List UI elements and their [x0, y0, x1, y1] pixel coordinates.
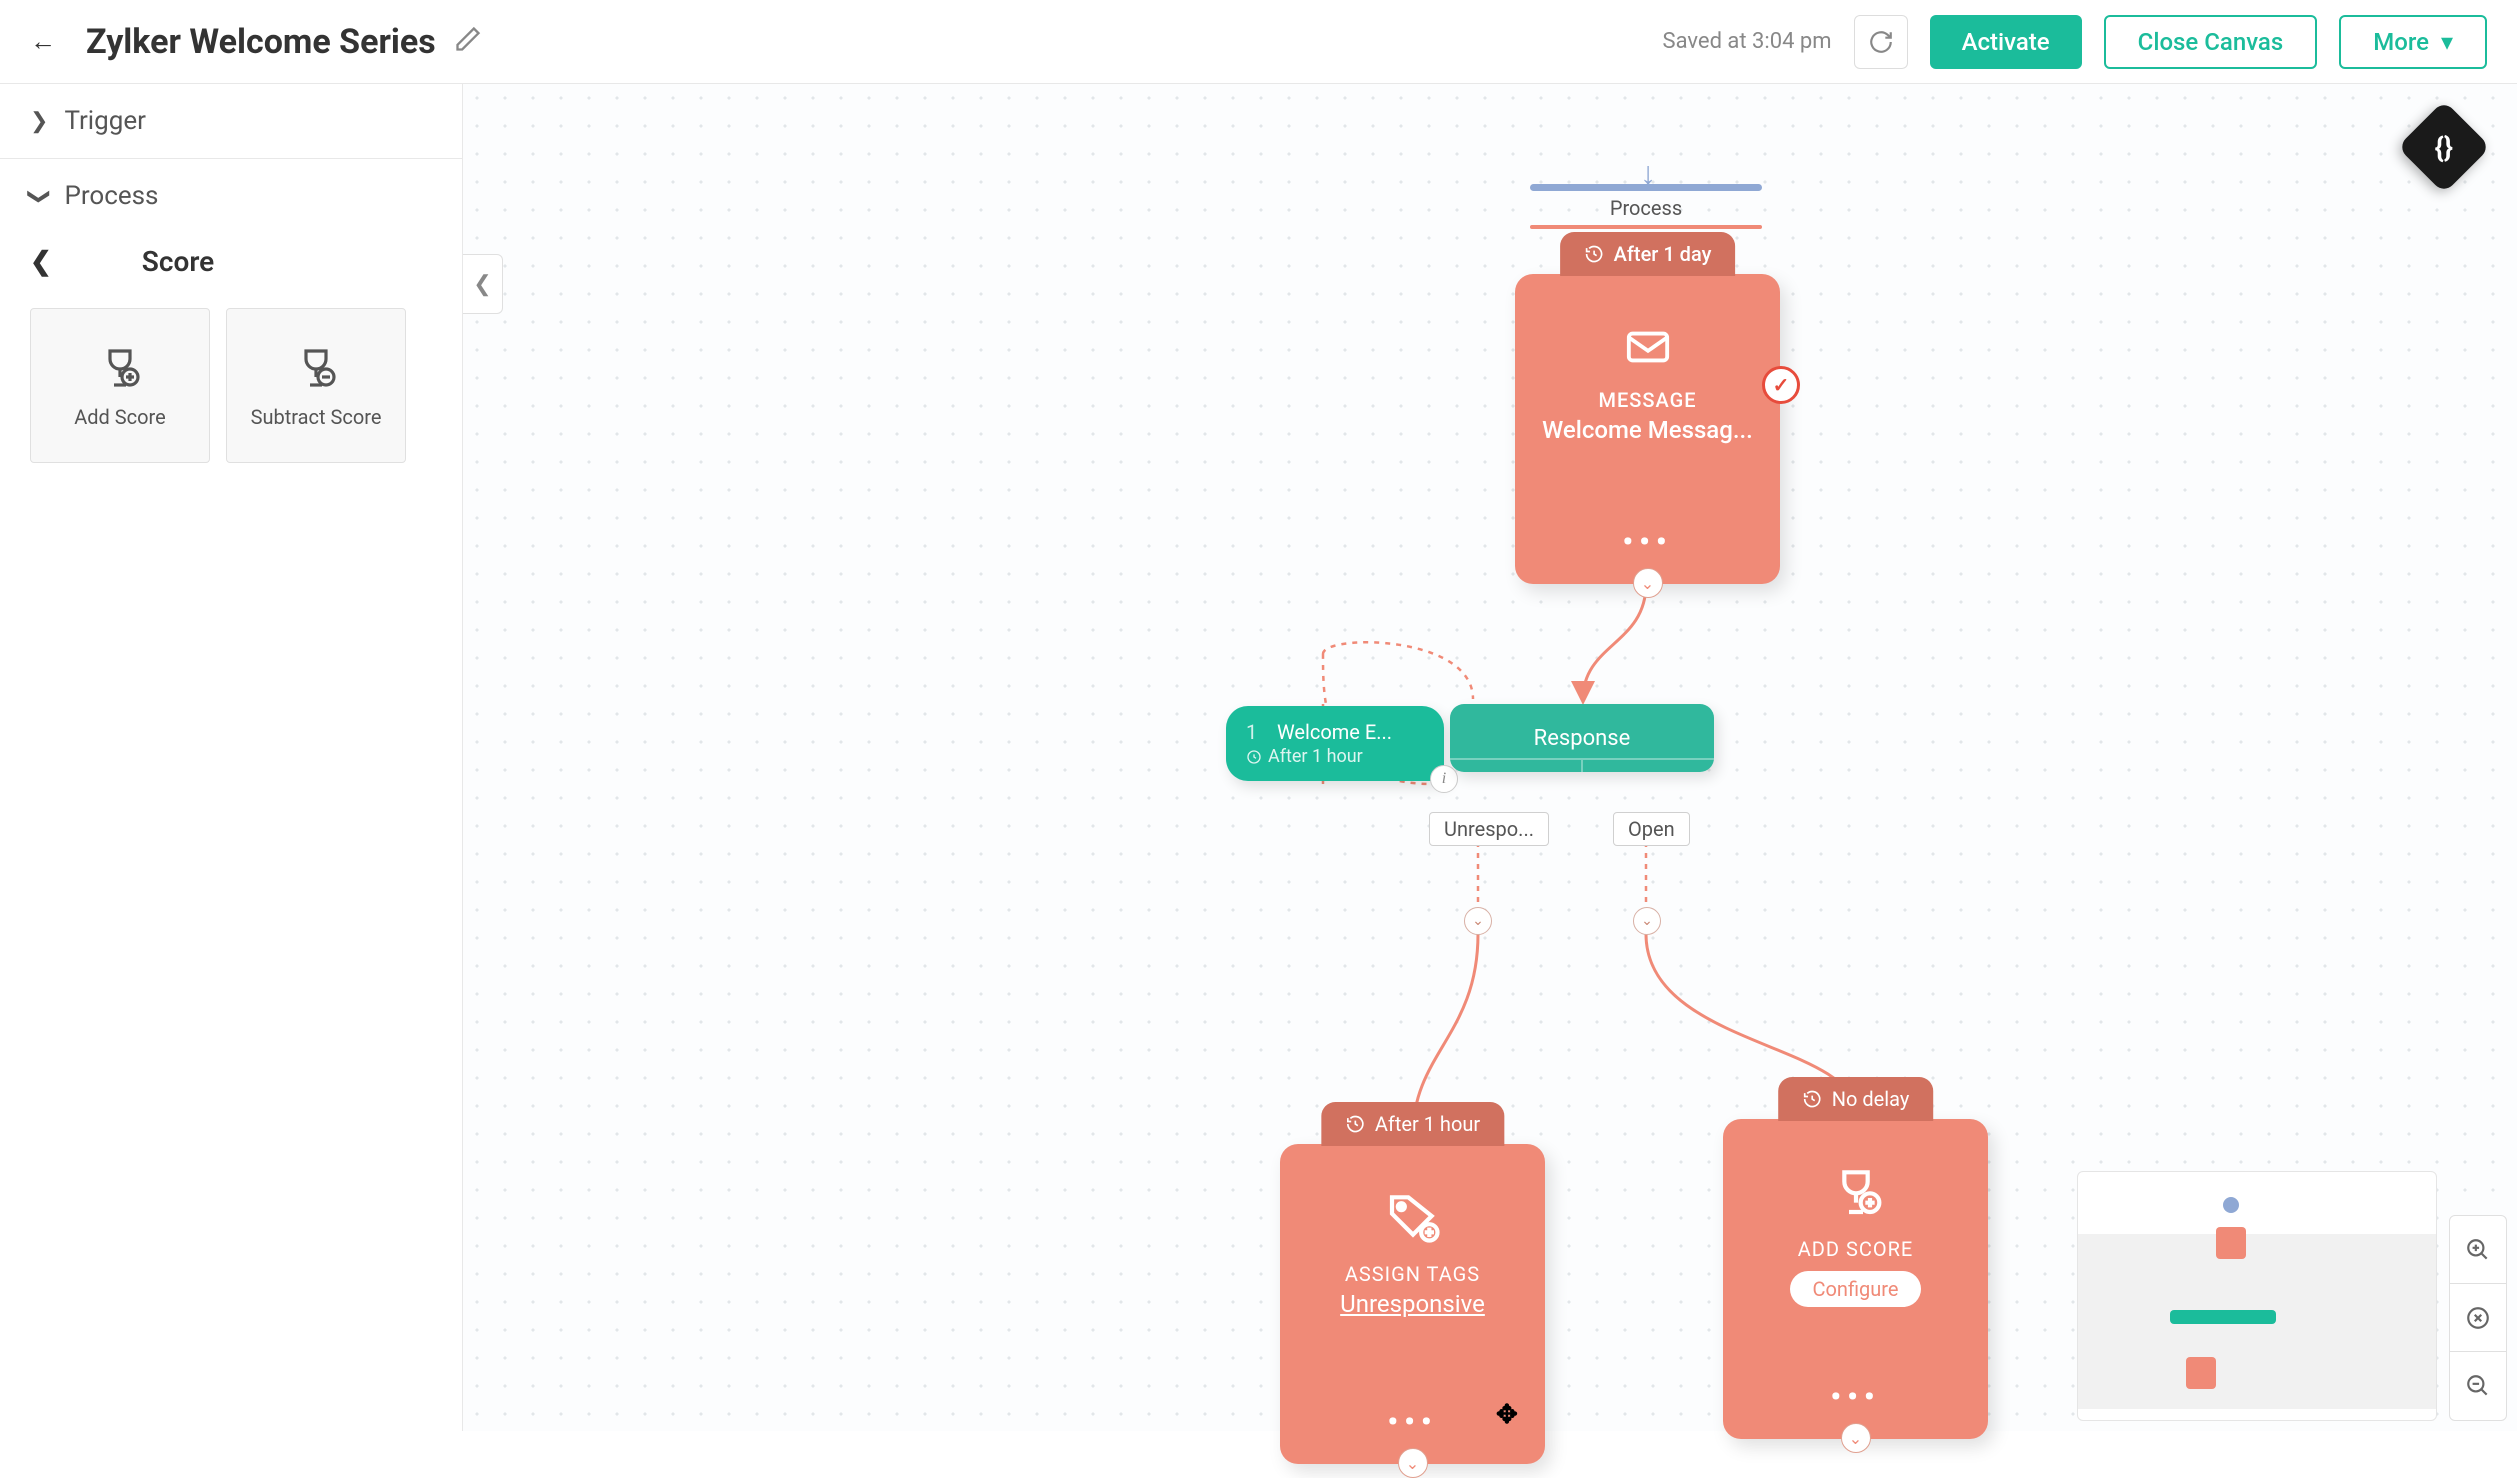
more-button[interactable]: More ▾: [2339, 15, 2487, 69]
clock-icon: [1246, 749, 1262, 765]
score-delay-text: No delay: [1832, 1087, 1910, 1111]
tool-label: Add Score: [74, 405, 166, 429]
title-text: Zylker Welcome Series: [86, 22, 436, 62]
expand-node-button[interactable]: ⌄: [1633, 568, 1663, 598]
zoom-out-button[interactable]: [2450, 1352, 2506, 1420]
tag-icon: [1385, 1188, 1441, 1248]
sub-back-icon[interactable]: ❮: [30, 247, 52, 277]
configure-button[interactable]: Configure: [1790, 1271, 1920, 1307]
connector-add-left[interactable]: ⌄: [1464, 907, 1492, 935]
header-right: Saved at 3:04 pm Activate Close Canvas M…: [1663, 15, 2487, 69]
tool-grid: Add Score Subtract Score: [0, 290, 462, 481]
variant-title: Welcome E...: [1277, 720, 1392, 744]
tags-node-type: ASSIGN TAGS: [1345, 1262, 1480, 1286]
process-entry-label: Process: [1530, 193, 1762, 223]
main: ❯ Trigger ❯ Process ❮ Score Add Score Su…: [0, 84, 2517, 1431]
sidebar-process-header[interactable]: ❯ Process: [0, 159, 462, 233]
chevron-down-icon: ❯: [27, 187, 52, 205]
response-split: [1450, 758, 1714, 772]
minimap-node: [2170, 1310, 2276, 1324]
tool-label: Subtract Score: [251, 405, 382, 429]
process-label: Process: [64, 181, 158, 211]
more-dots-icon[interactable]: •••: [1830, 1380, 1880, 1415]
history-icon: [1345, 1114, 1365, 1134]
tags-node-value[interactable]: Unresponsive: [1340, 1290, 1485, 1318]
node-title: Welcome Messag...: [1542, 416, 1753, 444]
header-left: ← Zylker Welcome Series: [30, 22, 482, 62]
trophy-minus-icon: [292, 343, 340, 391]
sidebar-trigger-header[interactable]: ❯ Trigger: [0, 84, 462, 159]
connector-add-right[interactable]: ⌄: [1633, 907, 1661, 935]
branch-unresponsive[interactable]: Unrespo...: [1429, 812, 1549, 846]
tool-add-score[interactable]: Add Score: [30, 308, 210, 463]
expand-node-button[interactable]: ⌄: [1398, 1448, 1428, 1478]
collapse-sidebar-button[interactable]: ❮: [463, 254, 503, 314]
refresh-button[interactable]: [1854, 15, 1908, 69]
zoom-in-button[interactable]: [2450, 1216, 2506, 1284]
delay-tab[interactable]: After 1 day: [1560, 232, 1736, 276]
add-score-node[interactable]: No delay ADD SCORE Configure ••• ⌄: [1723, 1119, 1988, 1439]
help-icon: {}: [2435, 131, 2453, 164]
variant-delay: After 1 hour: [1246, 746, 1424, 767]
minimap[interactable]: [2077, 1171, 2437, 1421]
canvas[interactable]: ❮ ↓ Process After 1 day MESSAGE W: [463, 84, 2517, 1431]
tags-delay-tab[interactable]: After 1 hour: [1321, 1102, 1504, 1146]
variant-number: 1: [1246, 720, 1272, 744]
edit-icon[interactable]: [454, 22, 482, 62]
close-canvas-button[interactable]: Close Canvas: [2104, 15, 2318, 69]
variant-delay-text: After 1 hour: [1268, 746, 1363, 767]
tool-subtract-score[interactable]: Subtract Score: [226, 308, 406, 463]
activate-button[interactable]: Activate: [1930, 15, 2082, 69]
response-label: Response: [1534, 726, 1631, 751]
envelope-icon: [1620, 324, 1676, 374]
help-button[interactable]: {}: [2397, 100, 2490, 193]
trophy-plus-icon: [96, 343, 144, 391]
minimap-entry: [2223, 1197, 2239, 1213]
score-node-type: ADD SCORE: [1798, 1237, 1914, 1261]
welcome-variant-pill[interactable]: 1 Welcome E... After 1 hour i: [1226, 706, 1444, 781]
message-node[interactable]: After 1 day MESSAGE Welcome Messag... ••…: [1515, 274, 1780, 584]
delay-text: After 1 day: [1614, 242, 1712, 266]
more-dots-icon[interactable]: •••: [1622, 525, 1672, 560]
trigger-label: Trigger: [64, 106, 146, 136]
chevron-down-icon: ▾: [2441, 28, 2453, 56]
trophy-plus-icon: [1828, 1163, 1884, 1223]
minimap-node: [2186, 1357, 2216, 1389]
score-title: Score: [142, 245, 214, 278]
zoom-reset-button[interactable]: [2450, 1284, 2506, 1352]
back-arrow-icon[interactable]: ←: [30, 26, 56, 57]
node-type: MESSAGE: [1598, 388, 1696, 412]
score-delay-tab[interactable]: No delay: [1778, 1077, 1934, 1121]
sidebar: ❯ Trigger ❯ Process ❮ Score Add Score Su…: [0, 84, 463, 1431]
zoom-controls: [2449, 1215, 2507, 1421]
response-node[interactable]: Response: [1450, 704, 1714, 772]
history-icon: [1802, 1089, 1822, 1109]
score-subheader: ❮ Score: [0, 233, 462, 290]
move-cursor-icon: ✥: [1496, 1400, 1518, 1430]
saved-status: Saved at 3:04 pm: [1663, 29, 1832, 54]
expand-node-button[interactable]: ⌄: [1841, 1423, 1871, 1453]
history-icon: [1584, 244, 1604, 264]
page-title: Zylker Welcome Series: [86, 22, 482, 62]
chevron-right-icon: ❯: [30, 109, 48, 134]
process-entry: Process: [1530, 184, 1762, 229]
more-dots-icon[interactable]: •••: [1387, 1405, 1437, 1440]
more-label: More: [2373, 28, 2429, 56]
minimap-node: [2216, 1227, 2246, 1259]
branch-open[interactable]: Open: [1613, 812, 1690, 846]
tags-delay-text: After 1 hour: [1375, 1112, 1480, 1136]
check-badge-icon: ✓: [1762, 366, 1800, 404]
header: ← Zylker Welcome Series Saved at 3:04 pm…: [0, 0, 2517, 84]
